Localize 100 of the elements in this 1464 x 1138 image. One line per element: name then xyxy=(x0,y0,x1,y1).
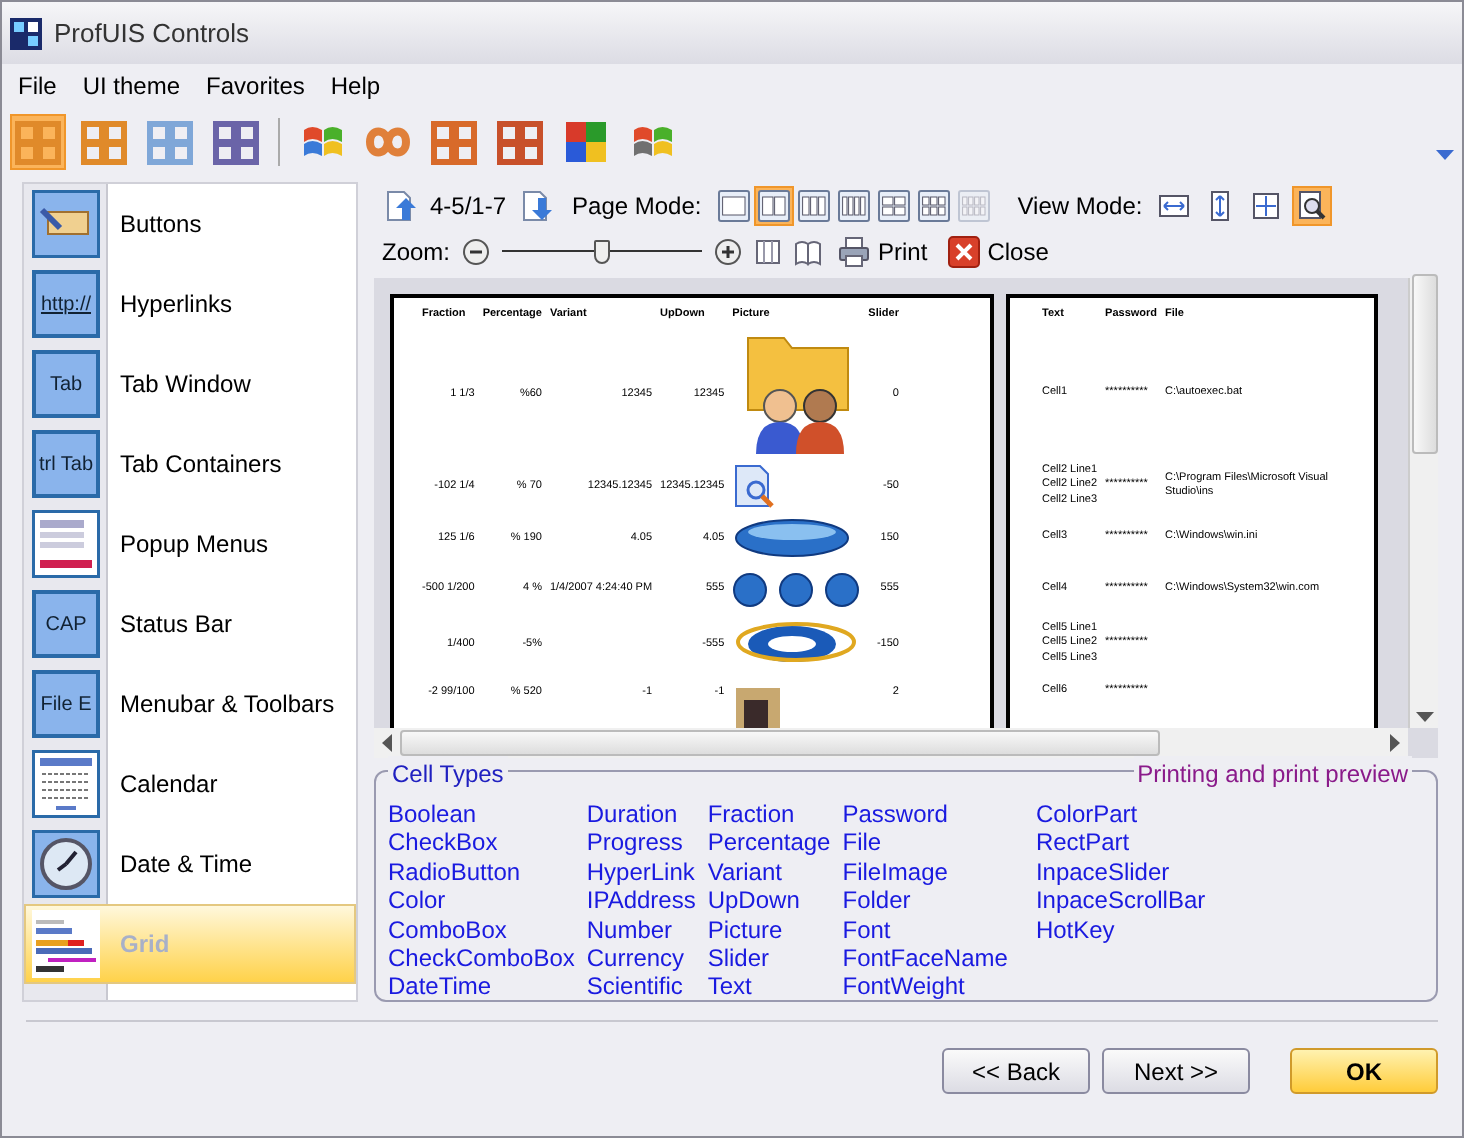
sidebar-item[interactable]: File E Menubar & Toolbars xyxy=(24,664,356,744)
window-title: ProfUIS Controls xyxy=(54,15,250,52)
menu-item[interactable]: Favorites xyxy=(206,67,305,103)
zoom-out-icon[interactable] xyxy=(462,237,491,265)
close-button[interactable]: Close xyxy=(943,233,1053,269)
cell-type-link[interactable]: FileImage xyxy=(842,857,948,887)
cell-type-link[interactable]: Scientific xyxy=(586,972,683,1002)
grid-logo-icon[interactable] xyxy=(212,118,260,166)
page-down-icon[interactable] xyxy=(518,187,555,223)
cell-type-link[interactable]: Duration xyxy=(586,800,678,829)
puzzle-icon[interactable] xyxy=(562,118,610,166)
page-layout-icon xyxy=(917,189,950,221)
scroll-thumb[interactable] xyxy=(1411,273,1437,453)
printer-icon xyxy=(838,235,871,267)
sidebar-item[interactable]: Calendar xyxy=(24,744,356,824)
sidebar-item[interactable]: http:// Hyperlinks xyxy=(24,264,356,344)
cell-type-link[interactable]: Number xyxy=(586,915,673,945)
cell-type-link[interactable]: Text xyxy=(707,972,752,1002)
cell-type-link[interactable]: ColorPart xyxy=(1035,800,1138,829)
cell-type-link[interactable]: RectPart xyxy=(1035,828,1130,858)
cell-type-link[interactable]: Slider xyxy=(707,944,770,973)
cell-type-link[interactable]: Folder xyxy=(842,886,911,916)
sidebar-item[interactable]: Date & Time xyxy=(24,824,356,904)
zoom-in-icon[interactable] xyxy=(714,237,743,265)
scroll-thumb[interactable] xyxy=(400,730,1160,756)
cell-type-link[interactable]: UpDown xyxy=(707,886,800,916)
page-layout-icon xyxy=(717,189,750,221)
calendar-icon xyxy=(32,750,100,818)
cell-type-link[interactable]: CheckBox xyxy=(388,828,498,858)
page-mode-button[interactable] xyxy=(913,185,954,225)
sidebar-item[interactable]: Popup Menus xyxy=(24,504,356,584)
cell-type-link[interactable]: Color xyxy=(388,886,446,916)
dialog-button[interactable]: << Back xyxy=(942,1048,1090,1094)
link-preview-icon: http:// xyxy=(32,270,100,338)
zoom-slider-thumb[interactable] xyxy=(594,239,611,263)
menu-item[interactable]: UI theme xyxy=(82,67,181,103)
cell-type-link[interactable]: Variant xyxy=(707,857,782,887)
cell-type-link[interactable]: Progress xyxy=(586,828,683,858)
scroll-left-icon[interactable] xyxy=(382,734,392,752)
cell-type-link[interactable]: Password xyxy=(842,800,948,829)
cell-type-link[interactable]: Currency xyxy=(586,944,685,973)
menu-item[interactable]: Help xyxy=(330,67,381,103)
horizontal-scrollbar[interactable] xyxy=(374,728,1408,758)
cell-type-link[interactable]: IPAddress xyxy=(586,886,696,916)
cell-type-link[interactable]: ComboBox xyxy=(388,915,507,945)
page-range: 4-5/1-7 xyxy=(430,189,507,223)
page-layout-icon xyxy=(877,189,910,221)
toolbar-chevron-icon[interactable] xyxy=(1436,150,1454,162)
book-icon[interactable] xyxy=(794,237,823,265)
page-layout-icon xyxy=(757,189,790,221)
cell-type-link[interactable]: Picture xyxy=(707,915,783,945)
group-caption: Printing and print preview xyxy=(1133,756,1412,792)
grid-logo-icon[interactable] xyxy=(496,118,544,166)
scroll-down-icon[interactable] xyxy=(1415,712,1433,722)
sidebar-item[interactable]: Buttons xyxy=(24,184,356,264)
cell-type-link[interactable]: DateTime xyxy=(388,972,492,1002)
clock-icon xyxy=(32,830,100,898)
cell-type-link[interactable]: InpaceSlider xyxy=(1035,857,1170,887)
cell-type-link[interactable]: HotKey xyxy=(1035,915,1115,945)
sidebar-item[interactable]: trl Tab Tab Containers xyxy=(24,424,356,504)
page-mode-button[interactable] xyxy=(833,185,874,225)
view-mode-label: View Mode: xyxy=(1017,189,1143,223)
cell-type-link[interactable]: Font xyxy=(842,915,891,945)
fit-page-icon[interactable] xyxy=(754,237,783,265)
cell-type-link[interactable]: HyperLink xyxy=(586,857,695,887)
dialog-button[interactable]: OK xyxy=(1290,1048,1438,1094)
view-mode-icon xyxy=(1250,189,1283,221)
cell-type-link[interactable]: File xyxy=(842,828,882,858)
print-button[interactable]: Print xyxy=(834,233,932,269)
cell-type-link[interactable]: Boolean xyxy=(388,800,477,829)
sidebar-item[interactable]: CAP Status Bar xyxy=(24,584,356,664)
cell-type-link[interactable]: Percentage xyxy=(707,828,831,858)
grid-logo-icon[interactable] xyxy=(80,118,128,166)
app-icon xyxy=(10,17,42,49)
tab-preview-icon: trl Tab xyxy=(32,430,100,498)
cell-type-link[interactable]: FontFaceName xyxy=(842,944,1008,973)
page-mode-button[interactable] xyxy=(873,185,914,225)
page-mode-button[interactable] xyxy=(753,185,794,225)
zoom-label: Zoom: xyxy=(382,235,451,269)
page-mode-label: Page Mode: xyxy=(572,189,702,223)
grid-preview-icon xyxy=(32,910,100,978)
tab-preview-icon: Tab xyxy=(32,350,100,418)
cell-type-link[interactable]: Fraction xyxy=(707,800,795,829)
cell-type-link[interactable]: FontWeight xyxy=(842,972,965,1002)
page-mode-button[interactable] xyxy=(793,185,834,225)
grid-logo-icon[interactable] xyxy=(430,118,478,166)
cell-type-link[interactable]: InpaceScrollBar xyxy=(1035,886,1206,916)
page-mode-button[interactable] xyxy=(713,185,754,225)
page-layout-icon xyxy=(797,189,830,221)
menu-item[interactable]: File xyxy=(18,67,57,103)
dialog-button[interactable]: Next >> xyxy=(1102,1048,1250,1094)
page-up-icon[interactable] xyxy=(382,187,418,223)
view-mode-button[interactable] xyxy=(1292,185,1333,225)
cell-type-link[interactable]: RadioButton xyxy=(388,857,521,887)
vertical-scrollbar[interactable] xyxy=(1408,278,1438,728)
cell-type-link[interactable]: CheckComboBox xyxy=(388,944,575,973)
tab-preview-icon: CAP xyxy=(32,590,100,658)
sidebar-item[interactable]: Tab Tab Window xyxy=(24,344,356,424)
close-icon xyxy=(947,235,980,267)
scroll-right-icon[interactable] xyxy=(1390,734,1400,752)
